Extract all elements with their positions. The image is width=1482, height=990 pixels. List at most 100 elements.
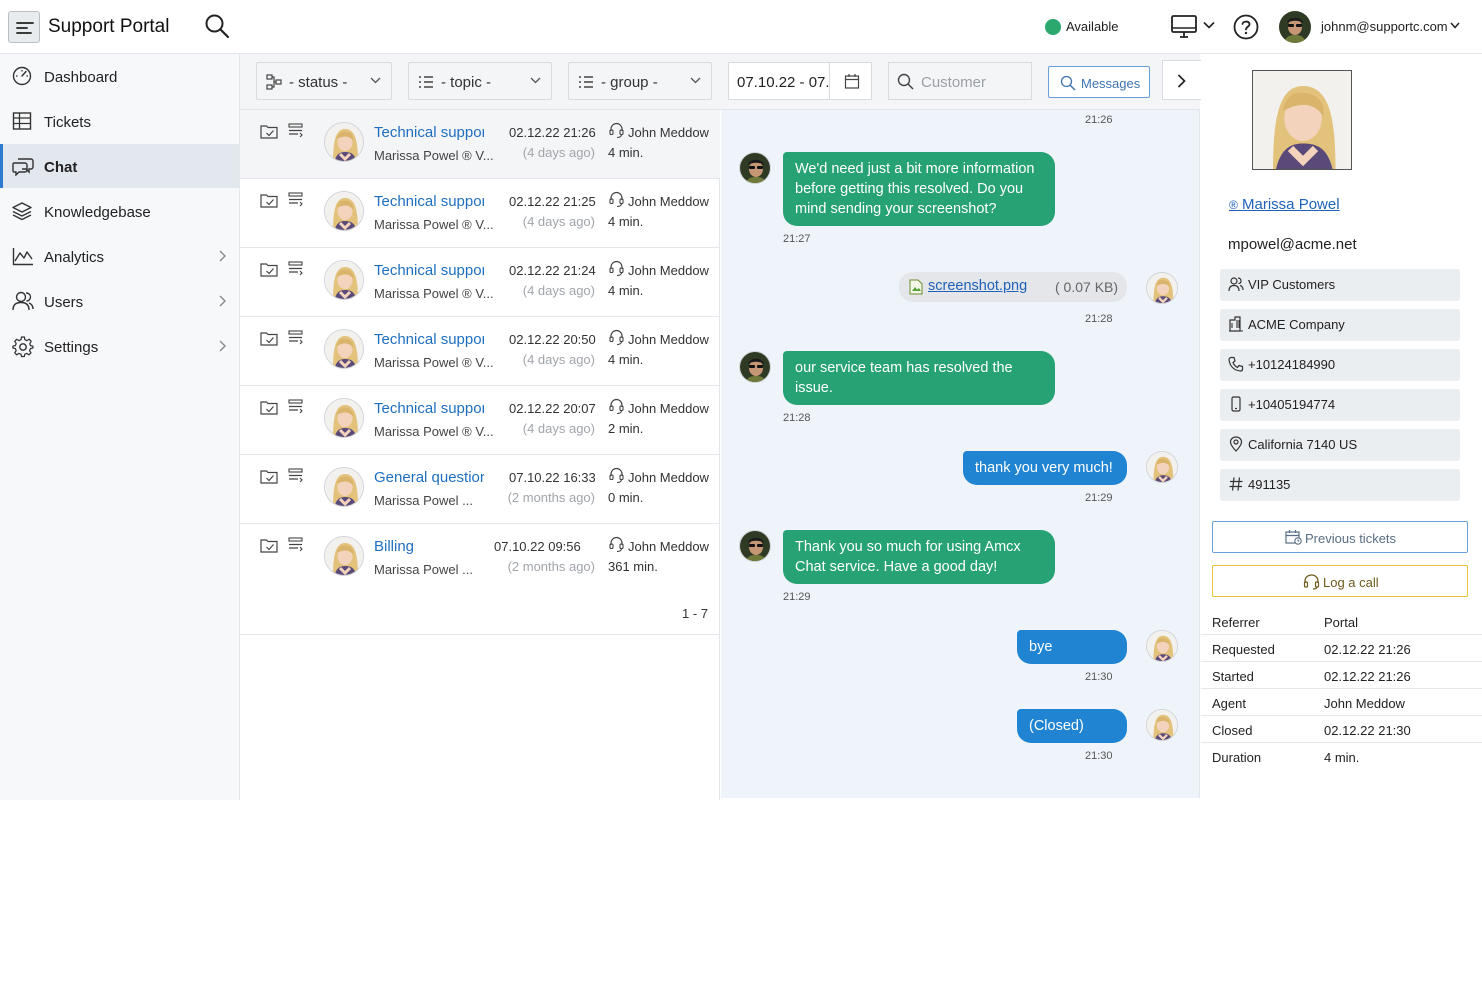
- status-filter-select[interactable]: - status -: [256, 62, 392, 100]
- folder-check-icon[interactable]: [260, 331, 279, 346]
- queue-icon[interactable]: [288, 192, 304, 207]
- conversation-topic[interactable]: Technical support: [374, 400, 484, 417]
- conversation-agent: John Meddow: [628, 470, 709, 485]
- conversation-agent: John Meddow: [628, 332, 709, 347]
- chevron-right-icon: [218, 250, 226, 262]
- sidebar-item-knowledgebase[interactable]: Knowledgebase: [0, 189, 239, 233]
- group-filter-select[interactable]: - group -: [568, 62, 712, 100]
- registered-icon: ®: [1229, 198, 1238, 212]
- topic-filter-select[interactable]: - topic -: [408, 62, 552, 100]
- customer-mobile-text[interactable]: +10405194774: [1248, 397, 1335, 412]
- queue-icon[interactable]: [288, 468, 304, 483]
- queue-icon[interactable]: [288, 330, 304, 345]
- status-indicator[interactable]: [1045, 19, 1061, 35]
- conversation-topic[interactable]: Technical support: [374, 124, 484, 141]
- calendar-icon[interactable]: [844, 73, 860, 89]
- folder-check-icon[interactable]: [260, 400, 279, 415]
- hamburger-icon: [16, 22, 34, 34]
- date-range-input[interactable]: 07.10.22 - 07.1: [728, 62, 872, 100]
- status-text[interactable]: Available: [1066, 19, 1119, 34]
- detail-row: Referrer Portal: [1201, 608, 1482, 635]
- queue-icon[interactable]: [288, 261, 304, 276]
- conversation-relative-time: (4 days ago): [522, 421, 595, 436]
- folder-check-icon[interactable]: [260, 193, 279, 208]
- previous-tickets-button[interactable]: Previous tickets: [1212, 521, 1468, 553]
- previous-tickets-label: Previous tickets: [1305, 531, 1397, 546]
- conversation-date: 02.12.22 20:50: [509, 332, 596, 347]
- log-call-button[interactable]: Log a call: [1212, 565, 1468, 597]
- conversation-row[interactable]: Technical support Marissa Powel ® V... 02.…: [240, 386, 720, 455]
- conversation-topic[interactable]: Technical support: [374, 262, 484, 279]
- conversation-row[interactable]: Technical support Marissa Powel ® V... 02.…: [240, 179, 720, 248]
- sidebar-item-tickets[interactable]: Tickets: [0, 99, 239, 143]
- sidebar-item-label: Dashboard: [44, 69, 118, 86]
- customer-phone-text[interactable]: +10124184990: [1248, 357, 1335, 372]
- chevron-down-icon[interactable]: [1450, 22, 1460, 29]
- conversation-topic[interactable]: General questior: [374, 469, 484, 486]
- detail-key: Closed: [1212, 723, 1253, 738]
- detail-value: 02.12.22 21:26: [1324, 642, 1411, 657]
- conversation-topic[interactable]: Technical support: [374, 331, 484, 348]
- conversation-row[interactable]: Technical support Marissa Powel ® V... 02.…: [240, 248, 720, 317]
- mobile-icon: [1228, 396, 1244, 412]
- users-icon: [1228, 276, 1244, 292]
- message-time: 21:28: [783, 412, 811, 424]
- file-name-link[interactable]: screenshot.png: [928, 278, 1027, 294]
- folder-check-icon[interactable]: [260, 262, 279, 277]
- date-range-value[interactable]: 07.10.22 - 07.1: [737, 74, 829, 91]
- user-email[interactable]: johnm@supportc.com: [1321, 19, 1448, 34]
- queue-icon[interactable]: [288, 123, 304, 138]
- customer-name-link[interactable]: ® Marissa Powel: [1229, 196, 1340, 213]
- conversation-row[interactable]: Technical support Marissa Powel ® V... 02.…: [240, 317, 720, 386]
- conversation-topic[interactable]: Technical support: [374, 193, 484, 210]
- customer-avatar: [324, 398, 364, 438]
- folder-check-icon[interactable]: [260, 124, 279, 139]
- conversation-customer: Marissa Powel ...: [374, 493, 473, 508]
- conversation-date: 02.12.22 21:26: [509, 125, 596, 140]
- gear-icon: [12, 336, 34, 358]
- sidebar-item-users[interactable]: Users: [0, 279, 239, 323]
- search-icon[interactable]: [204, 13, 230, 39]
- next-button[interactable]: [1162, 60, 1202, 100]
- detail-key: Duration: [1212, 750, 1262, 765]
- sidebar-item-chat[interactable]: Chat: [0, 144, 239, 188]
- conversation-agent: John Meddow: [628, 125, 709, 140]
- customer-name[interactable]: Marissa Powel: [1242, 196, 1340, 213]
- user-avatar[interactable]: [1279, 11, 1311, 43]
- sidebar-item-settings[interactable]: Settings: [0, 324, 239, 368]
- chevron-down-icon[interactable]: [1203, 21, 1215, 29]
- conversation-customer: Marissa Powel ® V...: [374, 355, 494, 370]
- customer-search-input[interactable]: Customer: [888, 62, 1032, 100]
- users-icon: [12, 291, 34, 311]
- messages-button-label: Messages: [1081, 76, 1141, 91]
- customer-avatar: [324, 467, 364, 507]
- menu-toggle-button[interactable]: [8, 11, 40, 43]
- customer-avatar: [1146, 630, 1178, 662]
- conversation-row[interactable]: Technical support Marissa Powel ® V... 02.…: [240, 110, 720, 179]
- conversation-row[interactable]: Billing Marissa Powel ... 07.10.22 09:56 (2…: [240, 524, 720, 593]
- customer-placeholder: Customer: [921, 74, 987, 91]
- monitor-icon[interactable]: [1170, 14, 1198, 40]
- help-icon[interactable]: [1233, 14, 1259, 40]
- customer-phone[interactable]: +10124184990: [1220, 349, 1460, 381]
- customer-group-text: VIP Customers: [1248, 277, 1336, 292]
- detail-key: Agent: [1212, 696, 1246, 711]
- sidebar-item-dashboard[interactable]: Dashboard: [0, 54, 239, 98]
- detail-value: 4 min.: [1324, 750, 1360, 765]
- detail-key: Requested: [1212, 642, 1275, 657]
- queue-icon[interactable]: [288, 399, 304, 414]
- group-filter-label: - group -: [601, 74, 658, 91]
- file-attachment[interactable]: screenshot.png ( 0.07 KB): [899, 272, 1127, 302]
- agent-message: our service team has resolved the issue.: [783, 351, 1055, 405]
- customer-message: bye: [1017, 630, 1127, 664]
- messages-search-button[interactable]: Messages: [1048, 66, 1150, 98]
- conversation-topic[interactable]: Billing: [374, 538, 484, 555]
- queue-icon[interactable]: [288, 537, 304, 552]
- conversation-row[interactable]: General questior Marissa Powel ... 07.10.2…: [240, 455, 720, 524]
- customer-mobile[interactable]: +10405194774: [1220, 389, 1460, 421]
- folder-check-icon[interactable]: [260, 538, 279, 553]
- folder-check-icon[interactable]: [260, 469, 279, 484]
- sidebar-item-analytics[interactable]: Analytics: [0, 234, 239, 278]
- conversation-duration: 361 min.: [608, 559, 658, 574]
- agent-icon: [608, 536, 625, 553]
